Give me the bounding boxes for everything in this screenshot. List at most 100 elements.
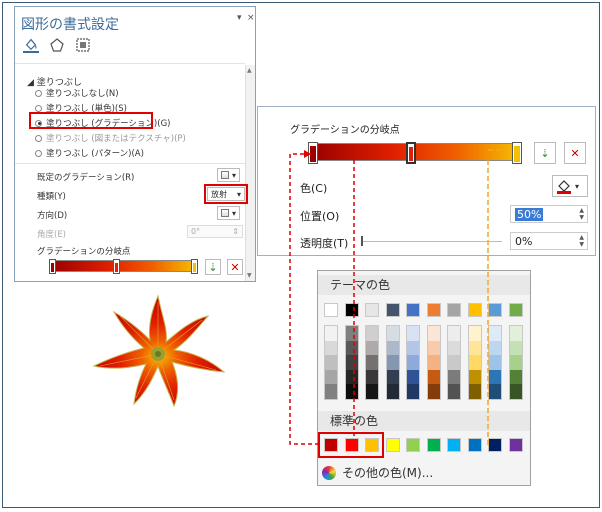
radio-no-fill[interactable]: 塗りつぶしなし(N) bbox=[35, 87, 119, 99]
theme-color-shade[interactable] bbox=[366, 369, 378, 385]
theme-color-swatch[interactable] bbox=[426, 303, 441, 317]
standard-color-swatch[interactable] bbox=[467, 438, 482, 452]
theme-color-swatch[interactable] bbox=[344, 303, 359, 317]
theme-color-shade[interactable] bbox=[407, 326, 419, 341]
theme-color-shade[interactable] bbox=[366, 384, 378, 399]
theme-color-shade[interactable] bbox=[427, 384, 440, 399]
theme-color-shade[interactable] bbox=[427, 326, 440, 341]
angle-spinner[interactable]: 0° ⇕ bbox=[187, 225, 243, 238]
theme-color-shade[interactable] bbox=[448, 369, 460, 385]
theme-color-shade[interactable] bbox=[386, 355, 399, 370]
radio-picture-fill[interactable]: 塗りつぶし (図またはテクスチャ)(P) bbox=[35, 132, 186, 144]
add-gradient-stop-icon[interactable]: ⇣ bbox=[534, 142, 556, 164]
theme-color-shade[interactable] bbox=[407, 369, 419, 385]
remove-gradient-stop-icon[interactable]: ✕ bbox=[564, 142, 586, 164]
theme-color-swatch[interactable] bbox=[406, 303, 420, 317]
standard-color-swatch[interactable] bbox=[508, 438, 523, 452]
theme-color-shade[interactable] bbox=[427, 340, 440, 356]
theme-color-shade[interactable] bbox=[345, 340, 358, 356]
add-gradient-stop-icon[interactable]: ⇣ bbox=[205, 259, 221, 275]
standard-color-swatch[interactable] bbox=[406, 438, 420, 452]
theme-color-shade[interactable] bbox=[509, 355, 522, 370]
theme-color-shade[interactable] bbox=[325, 369, 337, 385]
transparency-slider-thumb[interactable] bbox=[361, 236, 363, 246]
preset-gradient-dropdown[interactable]: ▾ bbox=[217, 168, 241, 182]
fill-color-dropdown[interactable]: ▾ bbox=[552, 175, 588, 197]
effects-icon[interactable] bbox=[49, 37, 65, 53]
pane-options-icon[interactable]: ▾ bbox=[237, 13, 242, 23]
theme-color-shade[interactable] bbox=[366, 326, 378, 341]
theme-color-shade[interactable] bbox=[448, 340, 460, 356]
gradient-stop-1[interactable] bbox=[49, 259, 56, 274]
standard-color-swatch[interactable] bbox=[385, 438, 400, 452]
theme-color-shade[interactable] bbox=[448, 384, 460, 399]
theme-color-swatch[interactable] bbox=[324, 303, 338, 317]
theme-color-shade[interactable] bbox=[468, 355, 481, 370]
theme-color-shade[interactable] bbox=[427, 355, 440, 370]
theme-color-shade[interactable] bbox=[345, 355, 358, 370]
theme-color-shade[interactable] bbox=[489, 326, 501, 341]
theme-color-shade[interactable] bbox=[509, 384, 522, 399]
gradient-stop-3[interactable] bbox=[191, 259, 198, 274]
standard-color-swatch[interactable] bbox=[447, 438, 461, 452]
position-spinner[interactable]: 50% ▲ ▼ bbox=[510, 205, 588, 223]
gradient-stop-1[interactable] bbox=[308, 142, 318, 164]
radio-button[interactable] bbox=[35, 104, 42, 112]
theme-color-shade[interactable] bbox=[489, 369, 501, 385]
theme-color-swatch[interactable] bbox=[467, 303, 482, 317]
theme-color-shade[interactable] bbox=[345, 326, 358, 341]
transparency-slider[interactable] bbox=[362, 241, 502, 242]
theme-color-shade[interactable] bbox=[448, 326, 460, 341]
theme-color-swatch[interactable] bbox=[508, 303, 523, 317]
theme-color-shade[interactable] bbox=[325, 326, 337, 341]
fill-line-icon[interactable] bbox=[23, 37, 39, 53]
theme-color-shade[interactable] bbox=[468, 369, 481, 385]
size-properties-icon[interactable] bbox=[75, 37, 91, 53]
close-icon[interactable]: × bbox=[247, 13, 255, 23]
theme-color-shade[interactable] bbox=[386, 340, 399, 356]
theme-color-shade[interactable] bbox=[468, 384, 481, 399]
theme-color-shade[interactable] bbox=[468, 340, 481, 356]
theme-color-shade[interactable] bbox=[325, 355, 337, 370]
direction-dropdown[interactable]: ▾ bbox=[217, 206, 241, 220]
theme-color-shade[interactable] bbox=[509, 369, 522, 385]
theme-color-swatch[interactable] bbox=[385, 303, 400, 317]
theme-color-shade[interactable] bbox=[407, 384, 419, 399]
theme-color-shade[interactable] bbox=[489, 340, 501, 356]
gradient-stops-bar[interactable] bbox=[51, 260, 197, 272]
theme-color-swatch[interactable] bbox=[488, 303, 502, 317]
theme-color-shade[interactable] bbox=[345, 384, 358, 399]
theme-color-shade[interactable] bbox=[448, 355, 460, 370]
theme-color-shade[interactable] bbox=[407, 340, 419, 356]
theme-color-shade[interactable] bbox=[345, 369, 358, 385]
remove-gradient-stop-icon[interactable]: ✕ bbox=[227, 259, 243, 275]
radio-button[interactable] bbox=[35, 89, 42, 97]
transparency-spinner[interactable]: 0% ▲ ▼ bbox=[510, 232, 588, 250]
theme-color-shade[interactable] bbox=[407, 355, 419, 370]
radio-button[interactable] bbox=[35, 149, 42, 157]
theme-color-shade[interactable] bbox=[509, 340, 522, 356]
theme-color-shade[interactable] bbox=[509, 326, 522, 341]
pane-scrollbar[interactable]: ▲ ▼ bbox=[245, 65, 255, 281]
theme-color-swatch[interactable] bbox=[447, 303, 461, 317]
theme-color-shade[interactable] bbox=[427, 369, 440, 385]
theme-color-shade[interactable] bbox=[386, 369, 399, 385]
theme-color-shade[interactable] bbox=[325, 384, 337, 399]
theme-color-shade[interactable] bbox=[489, 355, 501, 370]
gradient-stop-3[interactable] bbox=[512, 142, 522, 164]
standard-color-swatch[interactable] bbox=[426, 438, 441, 452]
theme-color-swatch[interactable] bbox=[365, 303, 379, 317]
theme-color-shade[interactable] bbox=[386, 384, 399, 399]
theme-color-shade[interactable] bbox=[489, 384, 501, 399]
theme-color-shade[interactable] bbox=[386, 326, 399, 341]
theme-color-shade[interactable] bbox=[366, 340, 378, 356]
radio-pattern-fill[interactable]: 塗りつぶし (パターン)(A) bbox=[35, 147, 144, 159]
theme-color-shade[interactable] bbox=[468, 326, 481, 341]
theme-color-shade[interactable] bbox=[325, 340, 337, 356]
standard-color-swatch[interactable] bbox=[488, 438, 502, 452]
theme-color-shade[interactable] bbox=[366, 355, 378, 370]
more-colors-item[interactable]: その他の色(M)... bbox=[322, 464, 433, 481]
gradient-stop-2[interactable] bbox=[113, 259, 120, 274]
gradient-stop-2-selected[interactable] bbox=[406, 142, 416, 164]
radio-button[interactable] bbox=[35, 134, 42, 142]
